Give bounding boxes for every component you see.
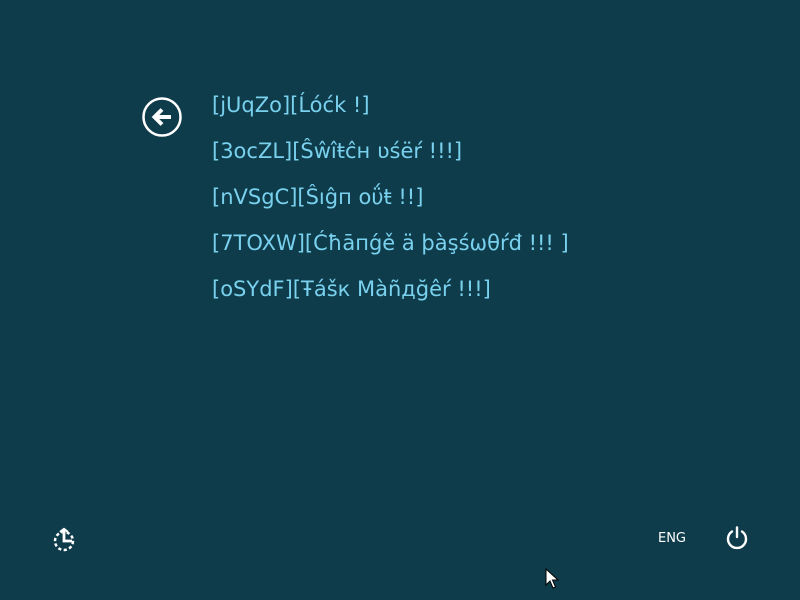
options-menu: [jUqZo][Ĺóćk !] [3ocZL][Ŝŵîŧĉн ʋśëŕ !!!]…	[212, 89, 569, 319]
switch-user-option[interactable]: [3ocZL][Ŝŵîŧĉн ʋśëŕ !!!]	[212, 135, 569, 181]
task-manager-option[interactable]: [oSYdF][Ŧášк Màñдğêŕ !!!]	[212, 273, 569, 319]
power-icon	[726, 526, 748, 550]
lock-option[interactable]: [jUqZo][Ĺóćk !]	[212, 89, 569, 135]
ease-of-access-icon	[53, 527, 75, 552]
sign-out-option[interactable]: [nVSgC][Ŝıĝп oΰŧ !!]	[212, 181, 569, 227]
power-button[interactable]	[721, 522, 753, 554]
back-arrow-icon	[142, 97, 182, 137]
input-language-indicator[interactable]: ENG	[652, 529, 692, 549]
mouse-pointer-icon	[545, 568, 559, 589]
back-button[interactable]	[141, 96, 183, 138]
change-password-option[interactable]: [7TOXW][Ćħāпǵě ä þàşśωθŕđ !!! ]	[212, 227, 569, 273]
ease-of-access-button[interactable]	[48, 524, 80, 556]
secure-options-screen: [jUqZo][Ĺóćk !] [3ocZL][Ŝŵîŧĉн ʋśëŕ !!!]…	[0, 0, 800, 600]
